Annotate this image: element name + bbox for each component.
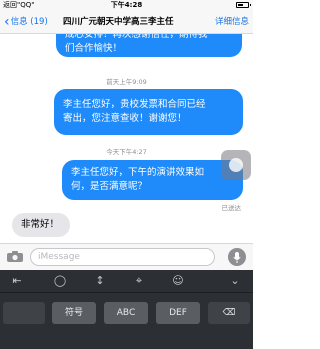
back-label: 信息 (19) bbox=[10, 17, 48, 27]
status-bar: 返回"QQ" 下午4:28 bbox=[0, 0, 253, 11]
key-dark[interactable] bbox=[3, 302, 45, 324]
microphone-icon bbox=[233, 251, 241, 263]
message-line: 李主任您好，贵校发票和合同已经 bbox=[63, 99, 206, 110]
circle-icon[interactable]: ◯ bbox=[53, 274, 67, 288]
nav-bar: ‹ 信息 (19) 四川广元朝天中学高三李主任 详细信息 bbox=[0, 11, 253, 34]
outgoing-message[interactable]: 李主任您好，贵校发票和合同已经 寄出，您注意查收！谢谢您！ bbox=[54, 89, 243, 135]
input-bar: iMessage bbox=[0, 243, 253, 270]
outgoing-message[interactable]: 李主任您好，下午的演讲效果如 何，是否满意呢？ bbox=[62, 160, 243, 200]
message-text: 非常好！ bbox=[21, 219, 60, 230]
message-line: 寄出，您注意查收！谢谢您！ bbox=[63, 113, 187, 124]
microphone-button[interactable] bbox=[228, 248, 246, 266]
message-input[interactable]: iMessage bbox=[30, 248, 215, 266]
delivered-status: 已送达 bbox=[221, 204, 242, 212]
key-symbols[interactable]: 符号 bbox=[52, 302, 96, 324]
message-line: 何，是否满意呢？ bbox=[71, 181, 148, 192]
key-abc[interactable]: ABC bbox=[104, 302, 148, 324]
battery-indicator bbox=[236, 2, 251, 8]
timestamp: 今天下午4:27 bbox=[106, 148, 147, 156]
backspace-icon: ⌫ bbox=[222, 308, 236, 318]
status-time: 下午4:28 bbox=[110, 1, 143, 9]
battery-icon bbox=[236, 2, 251, 8]
keyboard-toolbar: ⇤ ◯ ↕ ⌖ ☺ ⌄ bbox=[0, 270, 253, 293]
center-icon[interactable]: ⌖ bbox=[132, 274, 146, 288]
message-line: 们合作愉快！ bbox=[65, 43, 123, 54]
left-icon[interactable]: ⇤ bbox=[10, 274, 24, 288]
message-line: 李主任您好，下午的演讲效果如 bbox=[71, 167, 205, 178]
assistive-touch-button[interactable] bbox=[221, 150, 251, 180]
keyboard-row: 符号 ABC DEF ⌫ bbox=[0, 294, 253, 324]
details-button[interactable]: 详细信息 bbox=[215, 11, 249, 33]
assistive-touch-icon bbox=[229, 158, 243, 172]
conversation-title: 四川广元朝天中学高三李主任 bbox=[63, 17, 174, 27]
back-button[interactable]: ‹ 信息 (19) bbox=[4, 11, 48, 33]
sort-icon[interactable]: ↕ bbox=[93, 274, 107, 288]
smile-icon[interactable]: ☺ bbox=[171, 274, 185, 288]
outgoing-message[interactable]: 成芯安排！再次感谢信任，期待我 们合作愉快！ bbox=[56, 34, 242, 57]
backspace-key[interactable]: ⌫ bbox=[208, 302, 250, 324]
chat-area[interactable]: 成芯安排！再次感谢信任，期待我 们合作愉快！ 前天上午9:09 李主任您好，贵校… bbox=[0, 34, 253, 243]
message-line: 成芯安排！再次感谢信任，期待我 bbox=[65, 34, 208, 40]
key-def[interactable]: DEF bbox=[156, 302, 200, 324]
chevron-left-icon: ‹ bbox=[4, 14, 10, 30]
chevron-down-icon[interactable]: ⌄ bbox=[228, 274, 242, 288]
message-input-placeholder: iMessage bbox=[38, 252, 80, 262]
incoming-message[interactable]: 非常好！ bbox=[12, 213, 70, 237]
timestamp: 前天上午9:09 bbox=[106, 78, 147, 86]
keyboard: ⇤ ◯ ↕ ⌖ ☺ ⌄ 符号 ABC DEF ⌫ bbox=[0, 270, 253, 349]
camera-icon[interactable] bbox=[7, 251, 23, 262]
